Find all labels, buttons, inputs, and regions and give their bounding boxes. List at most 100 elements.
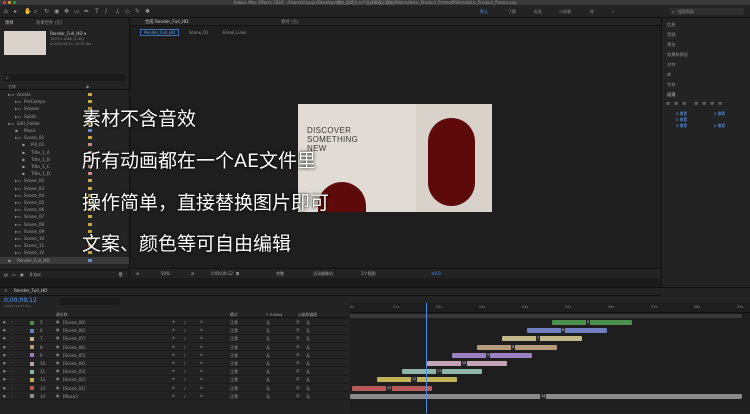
- layer-source-name[interactable]: [Scene_02]: [63, 376, 85, 383]
- layer-source-name[interactable]: [Scene_03]: [63, 368, 85, 375]
- layer-label-swatch[interactable]: [30, 336, 34, 341]
- layer-trkmat-select[interactable]: 无: [266, 335, 270, 342]
- audio-icon[interactable]: ◦: [11, 352, 13, 359]
- layer-duration-bar[interactable]: 13: [352, 385, 432, 391]
- pick-whip-icon[interactable]: @: [296, 368, 300, 375]
- column-parent[interactable]: 父级和链接: [298, 312, 317, 318]
- visibility-eye-icon[interactable]: ●: [3, 376, 6, 383]
- label-color-swatch[interactable]: [88, 143, 92, 147]
- fx-switch-icon[interactable]: ⊘: [200, 385, 203, 392]
- hand-tool-icon[interactable]: ✋: [24, 8, 31, 15]
- workspace-standard[interactable]: 标准: [534, 9, 542, 15]
- quality-switch-icon[interactable]: ∕: [184, 344, 185, 351]
- layer-label-swatch[interactable]: [30, 353, 34, 358]
- visibility-eye-icon[interactable]: ●: [3, 393, 6, 400]
- pick-whip-icon[interactable]: @: [296, 344, 300, 351]
- label-color-swatch[interactable]: [88, 179, 92, 183]
- layer-label-swatch[interactable]: [30, 377, 34, 382]
- playhead[interactable]: [426, 303, 427, 413]
- layer-row[interactable]: ● ◦ 12 ▣ [Scene_02] ⊕ ∕ ⊘ 正常 无 @ 无: [0, 376, 348, 384]
- label-color-swatch[interactable]: [88, 136, 92, 140]
- quality-switch-icon[interactable]: ∕: [184, 319, 185, 326]
- project-item[interactable]: ▸▭ Scene_08: [0, 221, 129, 228]
- layer-duration-bar[interactable]: 12: [377, 377, 457, 383]
- workspace-more-icon[interactable]: »: [612, 9, 614, 14]
- project-item[interactable]: ▸▭ PreComps: [0, 98, 129, 105]
- layer-label-swatch[interactable]: [30, 320, 34, 325]
- maximize-window-icon[interactable]: [13, 1, 16, 4]
- space-after-field[interactable]: 0 像素: [714, 123, 725, 129]
- layer-parent-select[interactable]: 无: [306, 352, 310, 359]
- layer-row[interactable]: ● ◦ 6 ▣ [Scene_06] ⊕ ∕ ⊘ 正常 无 @ 无: [0, 327, 348, 335]
- layer-row[interactable]: ● ◦ 5 ▣ [Scene_06] ⊕ ∕ ⊘ 正常 无 @ 无: [0, 319, 348, 327]
- workspace-libraries[interactable]: 库: [590, 9, 594, 15]
- panel-preview[interactable]: 预览: [667, 42, 675, 48]
- layer-parent-select[interactable]: 无: [306, 368, 310, 375]
- pick-whip-icon[interactable]: @: [296, 335, 300, 342]
- layer-mode-select[interactable]: 正常: [230, 368, 238, 375]
- visibility-eye-icon[interactable]: ●: [3, 360, 6, 367]
- visibility-eye-icon[interactable]: ●: [3, 327, 6, 334]
- shy-switch-icon[interactable]: ⊕: [172, 376, 175, 383]
- shy-switch-icon[interactable]: ⊕: [172, 335, 175, 342]
- layer-duration-bar[interactable]: 7: [502, 336, 582, 342]
- magnification-icon[interactable]: ⊕: [136, 271, 139, 276]
- project-item[interactable]: ▸▭ Assets: [0, 91, 129, 98]
- layer-label-swatch[interactable]: [30, 394, 34, 399]
- view-layout-select[interactable]: 1个视图: [361, 271, 376, 277]
- shy-switch-icon[interactable]: ⊕: [172, 360, 175, 367]
- pick-whip-icon[interactable]: @: [296, 376, 300, 383]
- work-area-bar[interactable]: [350, 314, 742, 318]
- layer-label-swatch[interactable]: [30, 361, 34, 366]
- layer-source-name[interactable]: [Scene_07]: [63, 335, 85, 342]
- puppet-tool-icon[interactable]: ✱: [145, 8, 150, 15]
- tab-effect-controls[interactable]: 效果控件 (无): [36, 20, 62, 26]
- shy-switch-icon[interactable]: ⊕: [172, 385, 175, 392]
- grid-icon[interactable]: ⊞: [191, 271, 194, 276]
- label-color-swatch[interactable]: [88, 186, 92, 190]
- pick-whip-icon[interactable]: @: [296, 319, 300, 326]
- layer-mode-select[interactable]: 正常: [230, 327, 238, 334]
- layer-label-swatch[interactable]: [30, 328, 34, 333]
- project-item[interactable]: ▸▭ Scene_01: [0, 134, 129, 141]
- exposure-value[interactable]: +0.0: [431, 271, 441, 276]
- pen-tool-icon[interactable]: ✒: [84, 8, 89, 15]
- quality-switch-icon[interactable]: ∕: [184, 335, 185, 342]
- home-icon[interactable]: ⌂: [4, 8, 8, 15]
- timeline-graph[interactable]: 0s 01s 02s 03s 04s 05s 06s 07s 08s 09s 5 6 7 8 9 10 11 1…: [350, 303, 750, 413]
- new-folder-icon[interactable]: ▭: [12, 272, 16, 277]
- visibility-eye-icon[interactable]: ●: [3, 319, 6, 326]
- camera-tool-icon[interactable]: ◉: [54, 8, 59, 15]
- timeline-search-input[interactable]: [60, 298, 120, 305]
- interpret-footage-icon[interactable]: ▤: [4, 272, 8, 277]
- space-before-field[interactable]: 0 像素: [676, 123, 687, 129]
- panel-libraries[interactable]: 库: [667, 72, 671, 78]
- bit-depth-label[interactable]: 8 bpc: [30, 272, 41, 277]
- layer-row[interactable]: ● ◦ 14 ▣ [Music] ⊕ ∕ ⊘ 正常 无 @ 无: [0, 393, 348, 401]
- layer-source-name[interactable]: [Scene_06]: [63, 327, 85, 334]
- quality-switch-icon[interactable]: ∕: [184, 368, 185, 375]
- project-item[interactable]: ▪ Render_Full_HD: [0, 256, 129, 264]
- layer-trkmat-select[interactable]: 无: [266, 385, 270, 392]
- fx-switch-icon[interactable]: ⊘: [200, 335, 203, 342]
- layer-trkmat-select[interactable]: 无: [266, 352, 270, 359]
- panel-character[interactable]: 字符: [667, 82, 675, 88]
- visibility-eye-icon[interactable]: ●: [3, 352, 6, 359]
- layer-duration-bar[interactable]: 14: [350, 393, 742, 399]
- panel-effects-presets[interactable]: 效果和预设: [667, 52, 688, 58]
- breadcrumb-item[interactable]: Scene_01: [189, 30, 208, 35]
- layer-duration-bar[interactable]: 6: [527, 328, 607, 334]
- selection-tool-icon[interactable]: ▸: [14, 8, 17, 15]
- workspace-default[interactable]: 默认: [480, 9, 488, 15]
- current-time-indicator[interactable]: 0;00;09;12: [4, 297, 37, 304]
- panel-paragraph[interactable]: 段落: [667, 92, 675, 98]
- layer-trkmat-select[interactable]: 无: [266, 393, 270, 400]
- layer-duration-bar[interactable]: 9: [452, 352, 532, 358]
- layer-trkmat-select[interactable]: 无: [266, 344, 270, 351]
- layer-row[interactable]: ● ◦ 7 ▣ [Scene_07] ⊕ ∕ ⊘ 正常 无 @ 无: [0, 335, 348, 343]
- audio-icon[interactable]: ◦: [11, 344, 13, 351]
- visibility-eye-icon[interactable]: ●: [3, 385, 6, 392]
- layer-row[interactable]: ● ◦ 11 ▣ [Scene_03] ⊕ ∕ ⊘ 正常 无 @ 无: [0, 368, 348, 376]
- layer-mode-select[interactable]: 正常: [230, 335, 238, 342]
- quality-switch-icon[interactable]: ∕: [184, 327, 185, 334]
